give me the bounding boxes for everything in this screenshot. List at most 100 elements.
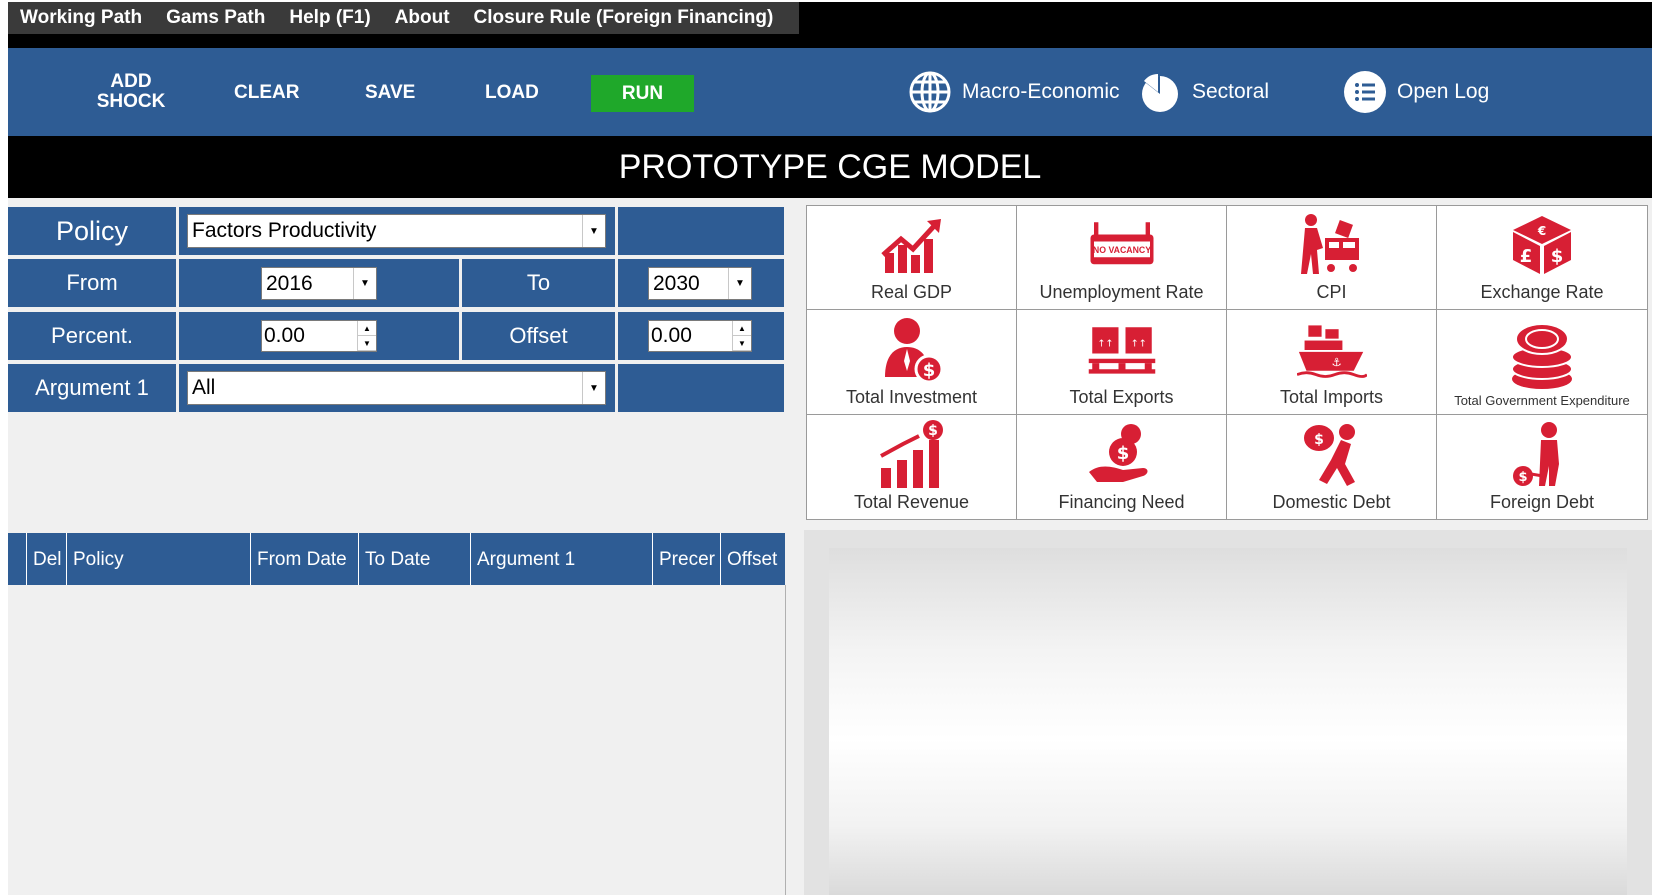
col-offset[interactable]: Offset bbox=[720, 533, 782, 585]
open-log-button[interactable]: Open Log bbox=[1343, 70, 1489, 114]
menu-help[interactable]: Help (F1) bbox=[277, 2, 382, 34]
col-from-date[interactable]: From Date bbox=[250, 533, 356, 585]
argument-extra-cell bbox=[618, 364, 784, 412]
indicator-financing-need[interactable]: $ Financing Need bbox=[1017, 414, 1227, 519]
indicator-foreign-debt[interactable]: $ Foreign Debt bbox=[1437, 415, 1647, 519]
indicator-label: CPI bbox=[1316, 282, 1347, 303]
svg-text:$: $ bbox=[922, 360, 935, 381]
indicator-real-gdp[interactable]: Real GDP bbox=[807, 206, 1017, 311]
menu-about[interactable]: About bbox=[383, 2, 462, 34]
sectoral-button[interactable]: Sectoral bbox=[1138, 70, 1269, 114]
chevron-down-icon[interactable]: ▼ bbox=[582, 372, 605, 404]
to-year-dropdown[interactable]: 2030 ▼ bbox=[648, 267, 752, 300]
svg-text:£: £ bbox=[1520, 246, 1533, 267]
macro-economic-label: Macro-Economic bbox=[962, 80, 1120, 103]
stepper-up-icon[interactable]: ▲ bbox=[733, 321, 751, 336]
chevron-down-icon[interactable]: ▼ bbox=[353, 268, 376, 299]
indicator-label: Real GDP bbox=[870, 282, 953, 303]
macro-economic-button[interactable]: Macro-Economic bbox=[908, 70, 1120, 114]
indicator-label: Domestic Debt bbox=[1272, 492, 1391, 512]
col-policy[interactable]: Policy bbox=[66, 533, 248, 585]
menu-working-path[interactable]: Working Path bbox=[8, 2, 154, 34]
svg-text:↑↑: ↑↑ bbox=[1097, 338, 1113, 349]
col-argument-1[interactable]: Argument 1 bbox=[470, 533, 650, 585]
indicator-domestic-debt[interactable]: $ Domestic Debt bbox=[1227, 414, 1437, 519]
percent-stepper[interactable]: 0.00 ▲ ▼ bbox=[261, 320, 377, 352]
chart-area bbox=[829, 548, 1627, 895]
stepper-down-icon[interactable]: ▼ bbox=[358, 336, 376, 351]
offset-value: 0.00 bbox=[651, 324, 692, 347]
indicator-label: Financing Need bbox=[1058, 492, 1185, 512]
argument-dropdown[interactable]: All ▼ bbox=[187, 371, 606, 405]
investor-icon: $ bbox=[877, 317, 947, 384]
chart-panel bbox=[804, 530, 1652, 895]
page-title: PROTOTYPE CGE MODEL bbox=[8, 136, 1652, 198]
growth-chart-icon bbox=[877, 212, 947, 278]
clear-button[interactable]: CLEAR bbox=[234, 83, 299, 103]
save-button[interactable]: SAVE bbox=[365, 83, 415, 103]
toolbar: ADD SHOCK CLEAR SAVE LOAD RUN Macro-Econ… bbox=[8, 48, 1652, 136]
add-shock-button[interactable]: ADD SHOCK bbox=[86, 72, 176, 112]
indicator-label: Total Revenue bbox=[853, 492, 970, 512]
indicator-total-exports[interactable]: ↑↑ ↑↑ Total Exports bbox=[1017, 310, 1227, 415]
cargo-ship-icon: ⚓ bbox=[1296, 317, 1367, 383]
shocks-table-body[interactable] bbox=[8, 585, 786, 895]
from-cell: 2016 ▼ bbox=[179, 259, 459, 307]
col-to-date[interactable]: To Date bbox=[358, 533, 468, 585]
from-year-dropdown[interactable]: 2016 ▼ bbox=[261, 267, 377, 300]
svg-text:€: € bbox=[1537, 224, 1546, 238]
policy-label: Policy bbox=[8, 207, 176, 255]
load-button[interactable]: LOAD bbox=[485, 83, 539, 103]
percent-label: Percent. bbox=[8, 312, 176, 360]
ball-and-chain-icon: $ bbox=[1507, 422, 1577, 488]
indicator-label: Unemployment Rate bbox=[1039, 282, 1204, 303]
indicator-total-investment[interactable]: $ Total Investment bbox=[807, 310, 1017, 415]
indicator-total-imports[interactable]: ⚓ Total Imports bbox=[1227, 310, 1437, 415]
col-percent[interactable]: Precer bbox=[652, 533, 718, 585]
argument-label: Argument 1 bbox=[8, 364, 176, 412]
col-del[interactable]: Del bbox=[26, 533, 64, 585]
indicator-label: Exchange Rate bbox=[1480, 282, 1604, 303]
from-label: From bbox=[8, 259, 176, 307]
policy-dropdown[interactable]: Factors Productivity ▼ bbox=[187, 214, 606, 248]
indicator-unemployment-rate[interactable]: NO VACANCY Unemployment Rate bbox=[1017, 206, 1227, 311]
chevron-down-icon[interactable]: ▼ bbox=[582, 215, 605, 247]
argument-cell: All ▼ bbox=[179, 364, 615, 412]
svg-text:$: $ bbox=[1314, 432, 1324, 448]
stepper-up-icon[interactable]: ▲ bbox=[358, 321, 376, 336]
to-year-value: 2030 bbox=[653, 271, 700, 295]
no-vacancy-sign-icon: NO VACANCY bbox=[1087, 212, 1157, 278]
svg-text:↑↑: ↑↑ bbox=[1130, 338, 1146, 349]
svg-text:$: $ bbox=[1518, 470, 1527, 485]
percent-value: 0.00 bbox=[264, 324, 305, 347]
chevron-down-icon[interactable]: ▼ bbox=[728, 268, 751, 299]
from-year-value: 2016 bbox=[266, 271, 313, 295]
offset-stepper[interactable]: 0.00 ▲ ▼ bbox=[648, 320, 752, 352]
indicator-label: Total Exports bbox=[1069, 386, 1174, 407]
shocks-table-header: Del Policy From Date To Date Argument 1 … bbox=[8, 533, 785, 585]
percent-cell: 0.00 ▲ ▼ bbox=[179, 312, 459, 360]
list-icon bbox=[1343, 70, 1387, 114]
pie-chart-icon bbox=[1138, 70, 1182, 114]
indicator-total-government-expenditure[interactable]: Total Government Expenditure bbox=[1437, 310, 1647, 415]
menu-gams-path[interactable]: Gams Path bbox=[154, 2, 277, 34]
indicator-exchange-rate[interactable]: € £ $ Exchange Rate bbox=[1437, 206, 1647, 311]
run-button[interactable]: RUN bbox=[591, 75, 694, 112]
svg-text:$: $ bbox=[1116, 443, 1129, 464]
menu-bar: Working Path Gams Path Help (F1) About C… bbox=[8, 2, 1652, 48]
indicator-label: Foreign Debt bbox=[1489, 492, 1595, 512]
argument-dropdown-value: All bbox=[192, 376, 216, 399]
add-shock-label-line1: ADD bbox=[110, 71, 152, 92]
menu-closure-rule[interactable]: Closure Rule (Foreign Financing) bbox=[462, 2, 786, 34]
stepper-down-icon[interactable]: ▼ bbox=[733, 336, 751, 351]
indicator-total-revenue[interactable]: $ Total Revenue bbox=[807, 414, 1017, 519]
policy-cell: Factors Productivity ▼ bbox=[179, 207, 615, 255]
to-cell: 2030 ▼ bbox=[618, 259, 784, 307]
revenue-bars-icon: $ bbox=[877, 420, 947, 488]
indicator-cpi[interactable]: CPI bbox=[1227, 206, 1437, 311]
coin-stack-icon bbox=[1507, 322, 1577, 389]
offset-cell: 0.00 ▲ ▼ bbox=[618, 312, 784, 360]
svg-text:⚓: ⚓ bbox=[1331, 355, 1341, 369]
svg-text:$: $ bbox=[928, 423, 938, 439]
indicator-label: Total Investment bbox=[845, 386, 978, 407]
